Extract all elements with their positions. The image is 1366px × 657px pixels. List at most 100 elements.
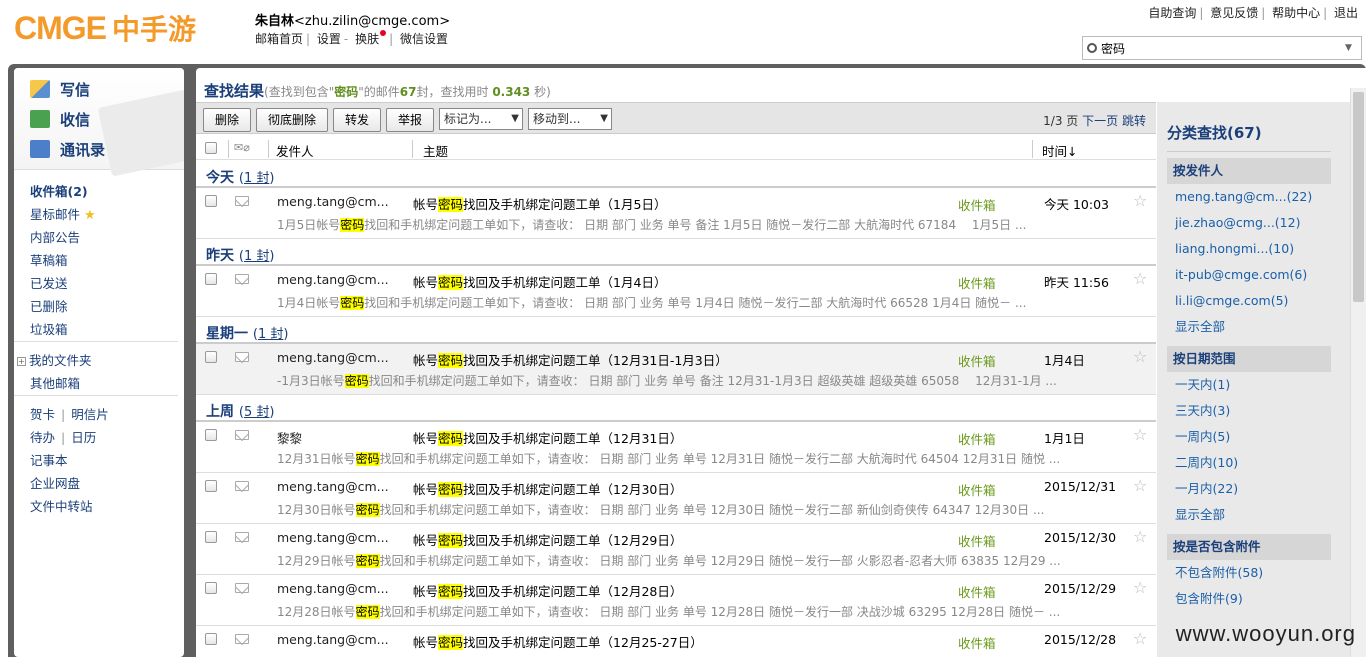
search-input[interactable]: 密码 ▼ <box>1082 36 1362 60</box>
group-count-link[interactable]: 1 封 <box>244 171 269 186</box>
logo[interactable]: CMGE 中手游 <box>14 8 196 48</box>
filter-date[interactable]: 一周内(5) <box>1167 424 1355 450</box>
star-icon[interactable]: ☆ <box>1133 629 1147 648</box>
filter-no-attachment[interactable]: 不包含附件(58) <box>1167 560 1355 586</box>
link-notes[interactable]: 记事本 <box>30 449 184 472</box>
forward-button[interactable]: 转发 <box>333 108 381 132</box>
row-checkbox[interactable] <box>205 582 217 594</box>
filter-sender[interactable]: it-pub@cmge.com(6) <box>1167 262 1355 288</box>
mail-row[interactable]: meng.tang@cm... 帐号密码找回及手机绑定问题工单（12月29日） 收件… <box>196 524 1156 575</box>
filter-has-attachment[interactable]: 包含附件(9) <box>1167 586 1355 612</box>
link-help[interactable]: 帮助中心 <box>1272 6 1320 20</box>
mark-as-select[interactable]: 标记为... ▼ <box>439 108 523 130</box>
link-skin[interactable]: 换肤 <box>355 32 379 46</box>
filter-sender[interactable]: jie.zhao@cmg...(12) <box>1167 210 1355 236</box>
mail-from[interactable]: meng.tang@cm... <box>277 632 389 647</box>
mail-subject[interactable]: 帐号密码找回及手机绑定问题工单（12月28日） <box>413 581 682 600</box>
scrollbar[interactable] <box>1350 88 1366 657</box>
column-from[interactable]: 发件人 <box>276 141 314 160</box>
folder-other-mailbox[interactable]: 其他邮箱 <box>30 372 184 395</box>
link-feedback[interactable]: 意见反馈 <box>1210 6 1258 20</box>
mail-row[interactable]: meng.tang@cm... 帐号密码找回及手机绑定问题工单（12月31日-1月… <box>196 344 1156 395</box>
mail-subject[interactable]: 帐号密码找回及手机绑定问题工单（1月4日） <box>413 272 666 291</box>
filter-sender[interactable]: liang.hongmi...(10) <box>1167 236 1355 262</box>
folder-drafts[interactable]: 草稿箱 <box>30 249 184 272</box>
mail-subject[interactable]: 帐号密码找回及手机绑定问题工单（12月30日） <box>413 479 682 498</box>
star-icon[interactable]: ☆ <box>1133 578 1147 597</box>
filter-date[interactable]: 一天内(1) <box>1167 372 1355 398</box>
link-todo[interactable]: 待办 <box>30 430 55 445</box>
star-icon[interactable]: ☆ <box>1133 269 1147 288</box>
folder-spam[interactable]: 垃圾箱 <box>30 318 184 341</box>
delete-button[interactable]: 删除 <box>203 108 251 132</box>
jump-link[interactable]: 跳转 <box>1122 114 1146 128</box>
mail-from[interactable]: meng.tang@cm... <box>277 581 389 596</box>
star-icon[interactable]: ☆ <box>1133 527 1147 546</box>
column-time[interactable]: 时间↓ <box>1042 141 1077 160</box>
row-checkbox[interactable] <box>205 429 217 441</box>
expand-icon[interactable]: + <box>17 357 26 366</box>
link-postcard[interactable]: 明信片 <box>71 407 109 422</box>
folder-sent[interactable]: 已发送 <box>30 272 184 295</box>
mail-from[interactable]: meng.tang@cm... <box>277 530 389 545</box>
move-to-select[interactable]: 移动到... ▼ <box>528 108 612 130</box>
group-count-link[interactable]: 5 封 <box>244 405 269 420</box>
folder-my-folders[interactable]: + 我的文件夹 <box>17 349 184 372</box>
mail-row[interactable]: meng.tang@cm... 帐号密码找回及手机绑定问题工单（12月25-27日… <box>196 626 1156 657</box>
filter-sender[interactable]: li.li@cmge.com(5) <box>1167 288 1355 314</box>
row-checkbox[interactable] <box>205 531 217 543</box>
group-count-link[interactable]: 1 封 <box>244 249 269 264</box>
folder-notice[interactable]: 内部公告 <box>30 226 184 249</box>
filter-date[interactable]: 二周内(10) <box>1167 450 1355 476</box>
purge-button[interactable]: 彻底删除 <box>256 108 328 132</box>
link-wechat-settings[interactable]: 微信设置 <box>400 32 448 46</box>
mail-subject[interactable]: 帐号密码找回及手机绑定问题工单（12月25-27日） <box>413 632 703 651</box>
group-count-link[interactable]: 1 封 <box>258 327 283 342</box>
mail-subject[interactable]: 帐号密码找回及手机绑定问题工单（12月31日） <box>413 428 682 447</box>
link-settings[interactable]: 设置 <box>317 32 341 46</box>
folder-inbox[interactable]: 收件箱(2) <box>30 180 184 203</box>
star-icon[interactable]: ☆ <box>1133 425 1147 444</box>
folder-starred[interactable]: 星标邮件 ★ <box>30 203 184 226</box>
mail-row[interactable]: meng.tang@cm... 帐号密码找回及手机绑定问题工单（12月30日） 收件… <box>196 473 1156 524</box>
link-file-transfer[interactable]: 文件中转站 <box>30 495 184 518</box>
star-icon[interactable]: ☆ <box>1133 347 1147 366</box>
row-checkbox[interactable] <box>205 273 217 285</box>
show-all-senders[interactable]: 显示全部 <box>1167 314 1355 340</box>
show-all-dates[interactable]: 显示全部 <box>1167 502 1355 528</box>
star-icon[interactable]: ☆ <box>1133 476 1147 495</box>
mail-from[interactable]: meng.tang@cm... <box>277 479 389 494</box>
mail-row[interactable]: meng.tang@cm... 帐号密码找回及手机绑定问题工单（1月5日） 收件箱 今… <box>196 188 1156 239</box>
link-greeting-card[interactable]: 贺卡 <box>30 407 55 422</box>
mail-from[interactable]: 黎黎 <box>277 428 302 447</box>
column-subject[interactable]: 主题 <box>423 141 448 160</box>
mail-from[interactable]: meng.tang@cm... <box>277 272 389 287</box>
mail-subject[interactable]: 帐号密码找回及手机绑定问题工单（12月31日-1月3日） <box>413 350 728 369</box>
row-checkbox[interactable] <box>205 195 217 207</box>
mail-from[interactable]: meng.tang@cm... <box>277 350 389 365</box>
filter-date[interactable]: 一月内(22) <box>1167 476 1355 502</box>
row-checkbox[interactable] <box>205 480 217 492</box>
link-logout[interactable]: 退出 <box>1334 6 1358 20</box>
folder-deleted[interactable]: 已删除 <box>30 295 184 318</box>
report-button[interactable]: 举报 <box>386 108 434 132</box>
scrollbar-thumb[interactable] <box>1353 92 1364 302</box>
mail-row[interactable]: meng.tang@cm... 帐号密码找回及手机绑定问题工单（12月28日） 收件… <box>196 575 1156 626</box>
link-mail-home[interactable]: 邮箱首页 <box>255 32 303 46</box>
mail-row[interactable]: meng.tang@cm... 帐号密码找回及手机绑定问题工单（1月4日） 收件箱 昨… <box>196 266 1156 317</box>
link-self-query[interactable]: 自助查询 <box>1148 6 1196 20</box>
mail-subject[interactable]: 帐号密码找回及手机绑定问题工单（1月5日） <box>413 194 666 213</box>
filter-sender[interactable]: meng.tang@cm...(22) <box>1167 184 1355 210</box>
select-all-checkbox[interactable] <box>205 142 217 154</box>
next-page-link[interactable]: 下一页 <box>1082 114 1118 128</box>
filter-date[interactable]: 三天内(3) <box>1167 398 1355 424</box>
mail-row[interactable]: 黎黎 帐号密码找回及手机绑定问题工单（12月31日） 收件箱 1月1日 ☆ 12月31日帐… <box>196 422 1156 473</box>
row-checkbox[interactable] <box>205 351 217 363</box>
link-netdisk[interactable]: 企业网盘 <box>30 472 184 495</box>
link-calendar[interactable]: 日历 <box>71 430 96 445</box>
chevron-down-icon[interactable]: ▼ <box>1345 43 1361 53</box>
mail-from[interactable]: meng.tang@cm... <box>277 194 389 209</box>
row-checkbox[interactable] <box>205 633 217 645</box>
mail-subject[interactable]: 帐号密码找回及手机绑定问题工单（12月29日） <box>413 530 682 549</box>
star-icon[interactable]: ☆ <box>1133 191 1147 210</box>
